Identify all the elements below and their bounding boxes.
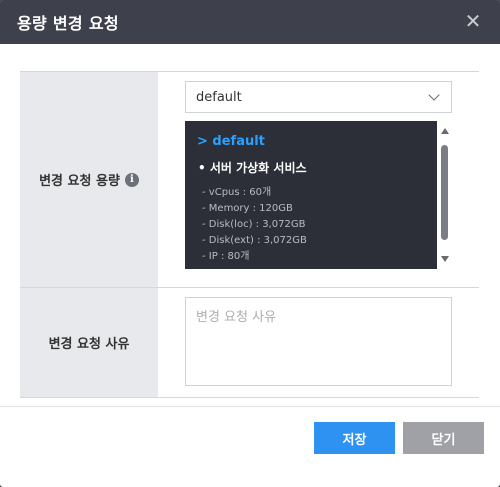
form-table: 변경 요청 용량 i default > default • 서버 가상화 서비… — [20, 71, 479, 398]
reason-textarea[interactable]: 변경 요청 사유 — [185, 297, 452, 386]
spec-scrollbar[interactable] — [437, 121, 452, 269]
capacity-select[interactable]: default — [185, 81, 452, 113]
reason-label-cell: 변경 요청 사유 — [20, 288, 158, 397]
footer-divider — [0, 406, 500, 407]
scroll-thumb[interactable] — [441, 145, 448, 240]
close-icon[interactable]: ✕ — [464, 11, 482, 31]
spec-item: - IP : 80개 — [202, 251, 250, 262]
reason-row: 변경 요청 사유 변경 요청 사유 — [20, 288, 479, 398]
spec-list: - vCpus : 60개 - Memory : 120GB - Disk(lo… — [202, 185, 437, 265]
capacity-select-value: default — [196, 89, 242, 105]
capacity-label-cell: 변경 요청 용량 i — [20, 72, 158, 287]
reason-label: 변경 요청 사유 — [48, 337, 130, 352]
scroll-down-arrow-icon[interactable] — [441, 256, 449, 262]
spec-item: - Disk(loc) : 3,072GB — [202, 219, 306, 230]
modal-header: 용량 변경 요청 ✕ — [0, 0, 500, 44]
info-icon[interactable]: i — [124, 172, 139, 187]
spec-heading: > default — [197, 134, 265, 149]
spec-box: > default • 서버 가상화 서비스 - vCpus : 60개 - M… — [185, 121, 452, 269]
spec-item: - vCpus : 60개 — [202, 187, 272, 198]
capacity-row: 변경 요청 용량 i default > default • 서버 가상화 서비… — [20, 72, 479, 288]
spec-item: - Memory : 120GB — [202, 203, 293, 214]
spec-panel: > default • 서버 가상화 서비스 - vCpus : 60개 - M… — [185, 121, 437, 269]
close-button[interactable]: 닫기 — [403, 422, 484, 454]
spec-subtitle: • 서버 가상화 서비스 — [198, 161, 307, 175]
chevron-down-icon — [428, 89, 440, 101]
spec-item: - Disk(ext) : 3,072GB — [202, 235, 307, 246]
capacity-label: 변경 요청 용량 — [39, 174, 120, 189]
capacity-body: default > default • 서버 가상화 서비스 - vCpus :… — [158, 72, 479, 287]
reason-body: 변경 요청 사유 — [158, 288, 479, 397]
modal-title: 용량 변경 요청 — [17, 14, 119, 33]
scroll-up-arrow-icon[interactable] — [441, 128, 449, 134]
save-button[interactable]: 저장 — [314, 422, 395, 454]
capacity-change-modal: 용량 변경 요청 ✕ 변경 요청 용량 i default > default … — [0, 0, 500, 487]
